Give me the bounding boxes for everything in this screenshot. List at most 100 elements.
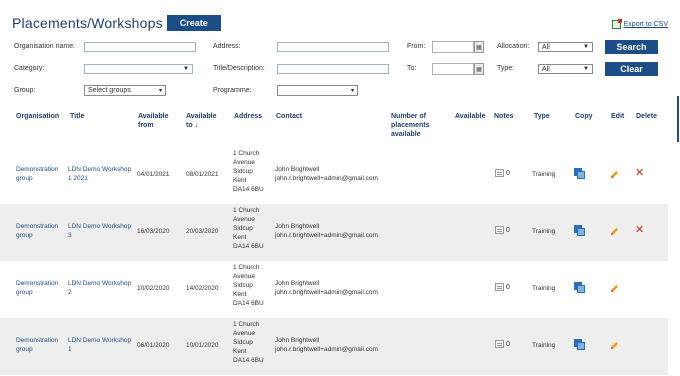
search-button[interactable]: Search xyxy=(605,40,658,54)
available-to-value: 10/01/2020 xyxy=(186,342,219,349)
pencil-icon[interactable] xyxy=(610,284,619,293)
available-from-line2: from xyxy=(138,122,154,129)
title-link[interactable]: LDN Demo Workshop 1 xyxy=(68,336,131,354)
copy-icon[interactable] xyxy=(574,225,585,236)
pencil-icon[interactable] xyxy=(610,341,619,350)
organisation-input[interactable] xyxy=(84,42,196,52)
available-to-line1: Available xyxy=(186,113,217,120)
org-line2: group xyxy=(16,346,33,353)
organisation-label: Organisation name: xyxy=(14,43,76,50)
org-line2: group xyxy=(16,289,33,296)
column-header-available-to[interactable]: Available to ↓ xyxy=(186,112,216,130)
address-value: 1 Church Avenue Sidcup Kent DA14 6BU xyxy=(233,264,264,307)
programme-label: Programme: xyxy=(213,87,252,94)
column-header-copy: Copy xyxy=(575,113,593,120)
column-header-edit: Edit xyxy=(611,113,625,120)
column-header-available-from[interactable]: Available from xyxy=(138,112,168,130)
delete-x-icon[interactable]: ✕ xyxy=(635,168,644,179)
from-date-input[interactable] xyxy=(432,41,474,53)
address-input[interactable] xyxy=(277,42,389,52)
calendar-icon[interactable]: ▦ xyxy=(474,63,484,75)
notes-count: 0 xyxy=(506,169,510,177)
group-select[interactable]: Select groups ▾ xyxy=(84,85,166,96)
title-description-input[interactable] xyxy=(277,64,389,74)
column-header-organisation[interactable]: Organisation xyxy=(16,112,59,121)
notes-icon xyxy=(495,340,504,348)
title-line1: LDN Demo Workshop xyxy=(68,337,132,344)
column-header-delete: Delete xyxy=(636,113,658,120)
copy-icon[interactable] xyxy=(574,282,585,293)
allocation-value: All xyxy=(542,43,550,51)
column-header-available[interactable]: Available xyxy=(455,112,485,121)
table-row: Demonstration group LDN Demo Workshop 1 20… xyxy=(0,147,668,204)
from-label: From: xyxy=(407,43,426,50)
pencil-icon[interactable] xyxy=(610,227,619,236)
org-line1: Demonstration xyxy=(16,166,59,173)
programme-select[interactable]: ▾ xyxy=(277,85,358,96)
notes-cell[interactable]: 0 xyxy=(495,169,510,177)
scrollbar-thumb[interactable] xyxy=(677,96,679,142)
organisation-link[interactable]: Demonstration group xyxy=(16,165,58,183)
notes-cell[interactable]: 0 xyxy=(495,340,510,348)
category-label: Category: xyxy=(14,65,45,72)
to-date-input[interactable] xyxy=(432,63,474,75)
export-csv-link[interactable]: Export to CSV xyxy=(611,19,668,29)
chevron-down-icon: ▾ xyxy=(350,88,354,94)
column-header-contact[interactable]: Contact xyxy=(276,112,302,121)
address-value: 1 Church Avenue Sidcup Kent DA14 6BU xyxy=(233,207,264,250)
title-description-label: Title/Description: xyxy=(213,65,265,72)
calendar-icon[interactable]: ▦ xyxy=(474,41,484,53)
contact-value: John Brightwell john.r.brightwell+admin@g… xyxy=(275,280,378,296)
allocation-select[interactable]: All ▼ xyxy=(538,42,593,52)
title-line2: 2 xyxy=(68,289,72,296)
number-line3: available xyxy=(391,131,421,138)
notes-icon xyxy=(495,169,504,177)
delete-x-icon[interactable]: ✕ xyxy=(635,225,644,236)
csv-export-icon xyxy=(611,19,622,29)
title-line2: 1 2021 xyxy=(68,175,88,182)
table-row: Demonstration group LDN Demo Workshop 1 06… xyxy=(0,318,668,375)
column-header-number-placements[interactable]: Number of placements available xyxy=(391,112,430,139)
available-from-line1: Available xyxy=(138,113,169,120)
copy-icon[interactable] xyxy=(574,339,585,350)
type-value: Training xyxy=(532,342,556,349)
notes-icon xyxy=(495,283,504,291)
column-header-notes[interactable]: Notes xyxy=(494,112,513,121)
available-from-value: 10/02/2020 xyxy=(137,285,170,292)
to-label: To: xyxy=(407,65,417,72)
title-link[interactable]: LDN Demo Workshop 3 xyxy=(68,222,131,240)
notes-cell[interactable]: 0 xyxy=(495,283,510,291)
column-header-title[interactable]: Title xyxy=(70,112,84,121)
type-label: Type: xyxy=(497,65,515,72)
title-line2: 1 xyxy=(68,346,72,353)
create-button[interactable]: Create xyxy=(166,15,221,31)
column-header-address[interactable]: Address xyxy=(234,112,262,121)
title-line1: LDN Demo Workshop xyxy=(68,223,132,230)
category-select[interactable]: ▼ xyxy=(84,64,193,74)
table-row: Demonstration group LDN Demo Workshop 3 16… xyxy=(0,204,668,261)
organisation-link[interactable]: Demonstration group xyxy=(16,336,58,354)
contact-value: John Brightwell john.r.brightwell+admin@g… xyxy=(275,223,378,239)
available-to-value: 08/01/2021 xyxy=(186,171,219,178)
allocation-label: Allocation: xyxy=(497,43,530,50)
column-header-type[interactable]: Type xyxy=(534,112,550,121)
page-header: Placements/Workshops Create xyxy=(12,14,221,32)
clear-button[interactable]: Clear xyxy=(605,62,658,76)
org-line1: Demonstration xyxy=(16,223,59,230)
title-link[interactable]: LDN Demo Workshop 2 xyxy=(68,279,131,297)
title-link[interactable]: LDN Demo Workshop 1 2021 xyxy=(68,165,131,183)
copy-icon[interactable] xyxy=(574,168,585,179)
pencil-icon[interactable] xyxy=(610,170,619,179)
available-to-value: 20/03/2020 xyxy=(186,228,219,235)
type-select[interactable]: All ▼ xyxy=(538,64,593,74)
address-label: Address: xyxy=(213,43,241,50)
type-value: Training xyxy=(532,171,556,178)
number-line2: placements xyxy=(391,122,430,129)
available-from-value: 16/03/2020 xyxy=(137,228,170,235)
table-row: Demonstration group LDN Demo Workshop 2 10… xyxy=(0,261,668,318)
notes-cell[interactable]: 0 xyxy=(495,226,510,234)
group-label: Group: xyxy=(14,87,36,94)
organisation-link[interactable]: Demonstration group xyxy=(16,222,58,240)
contact-value: John Brightwell john.r.brightwell+admin@g… xyxy=(275,166,378,182)
organisation-link[interactable]: Demonstration group xyxy=(16,279,58,297)
